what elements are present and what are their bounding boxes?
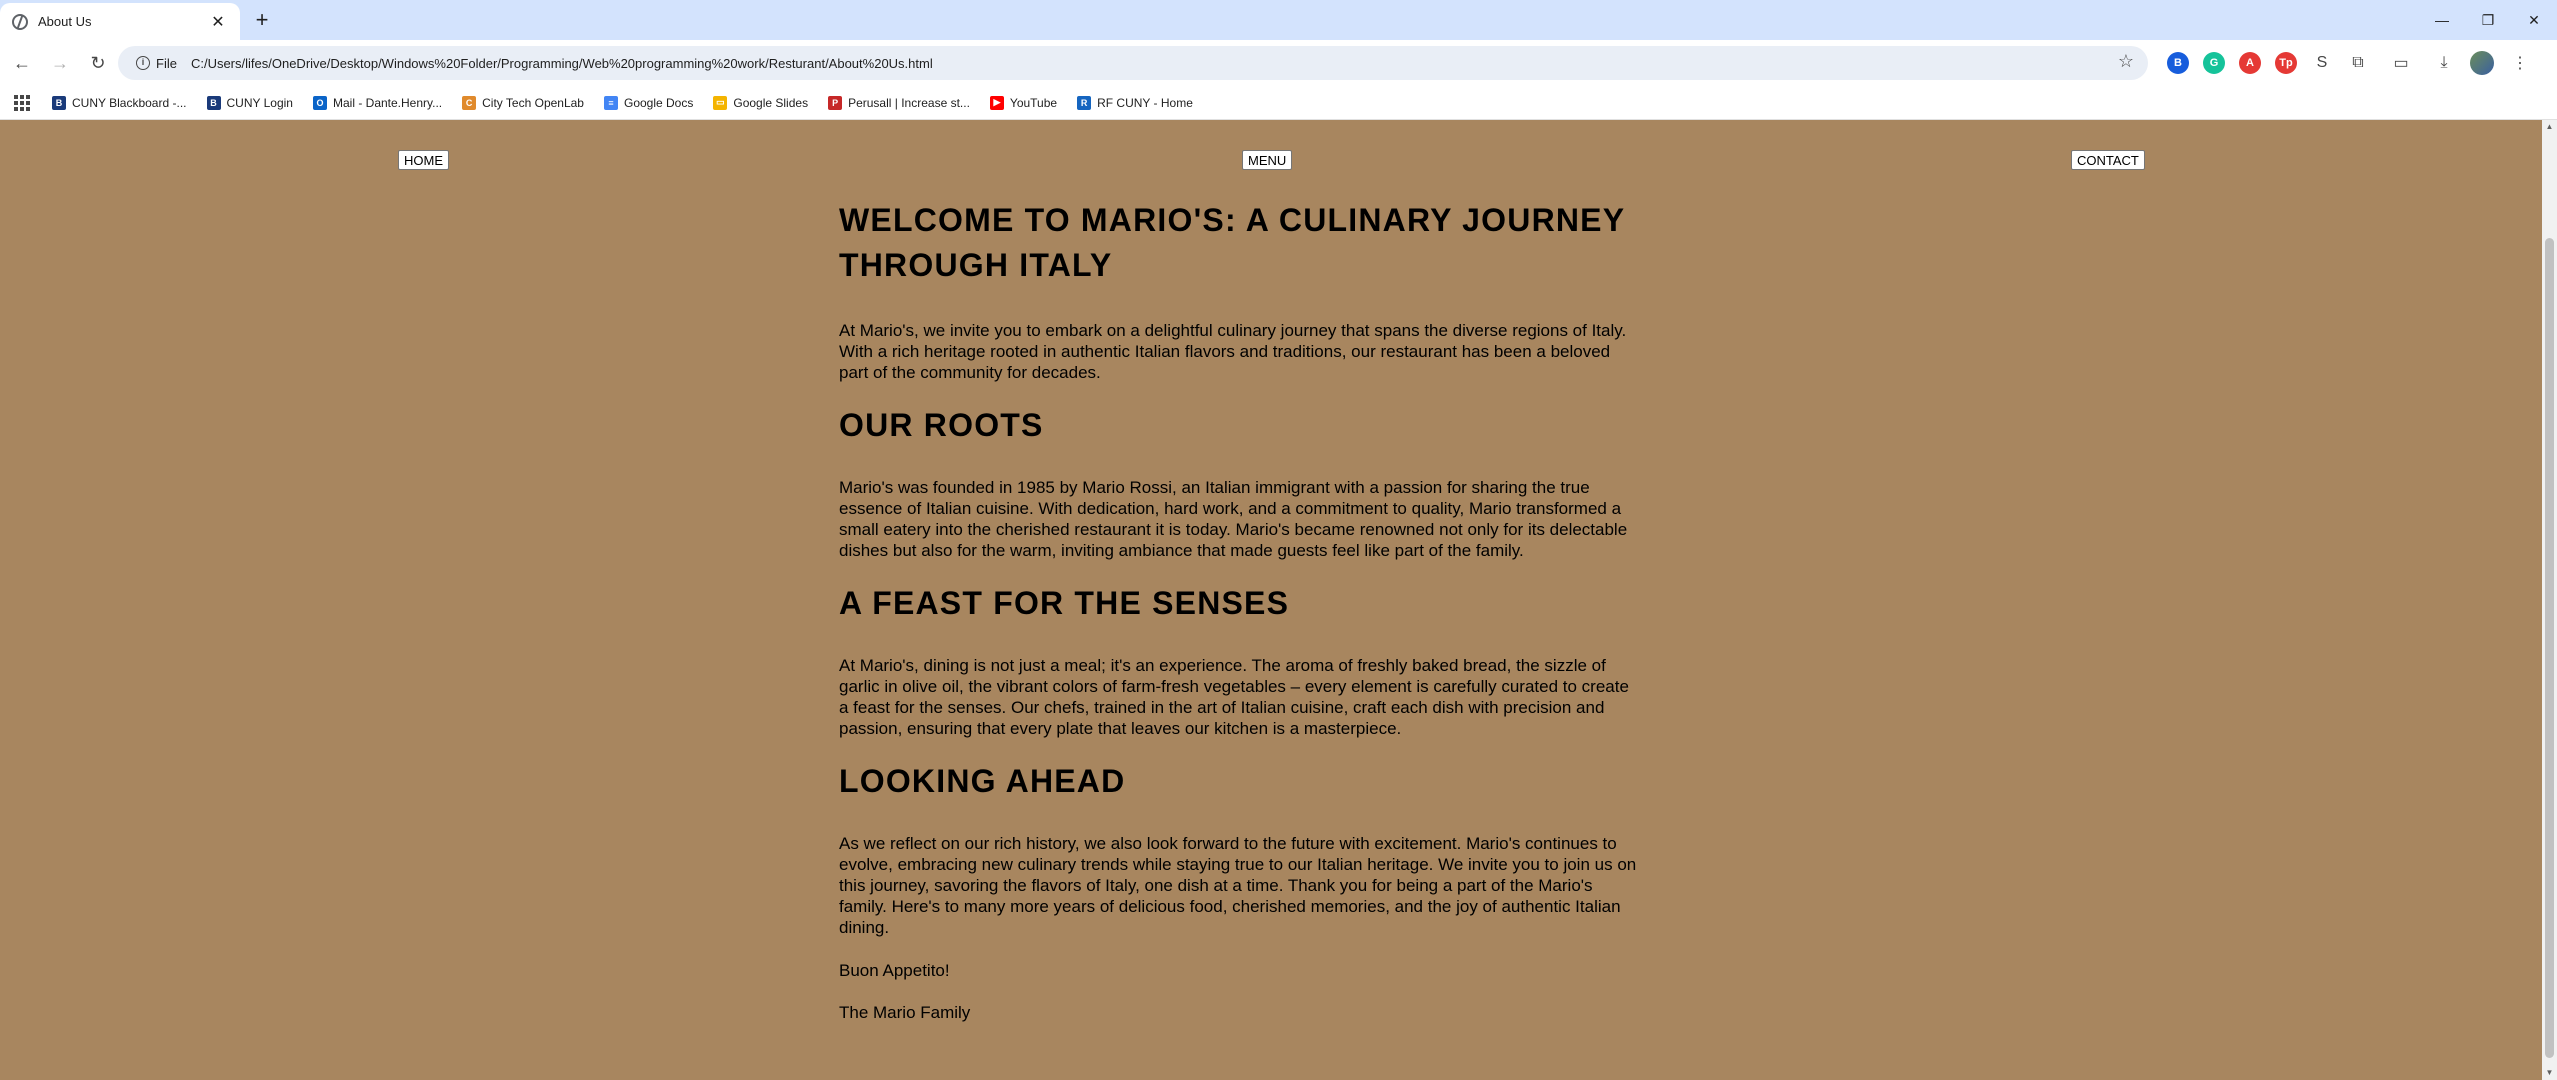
tab-search-icon[interactable]: ▭ — [2390, 52, 2412, 74]
youtube-icon: ▶ — [989, 95, 1004, 110]
address-bar[interactable]: i File C:/Users/lifes/OneDrive/Desktop/W… — [118, 46, 2148, 80]
bookmark-item[interactable]: ▭ Google Slides — [713, 95, 809, 110]
openlab-icon: C — [462, 95, 477, 110]
signature-text: The Mario Family — [839, 1003, 971, 1022]
perusall-icon: P — [828, 95, 843, 110]
close-window-button[interactable]: ✕ — [2511, 0, 2557, 40]
tp-icon[interactable]: Tp — [2275, 52, 2297, 74]
bookmark-item[interactable]: ≡ Google Docs — [603, 95, 694, 110]
scrollbar-thumb[interactable] — [2545, 238, 2554, 1058]
forward-arrow-icon[interactable]: → — [44, 47, 76, 79]
grammarly-icon[interactable]: G — [2203, 52, 2225, 74]
about-article: WELCOME TO MARIO'S: A CULINARY JOURNEY T… — [839, 198, 1639, 1044]
section-heading-roots: OUR ROOTS — [839, 407, 1044, 443]
menu-button[interactable]: MENU — [1242, 150, 1293, 170]
minimize-button[interactable]: — — [2419, 0, 2465, 40]
adblock-icon[interactable]: A — [2239, 52, 2261, 74]
section-heading-feast: A FEAST FOR THE SENSES — [839, 585, 1290, 621]
info-icon: i — [136, 56, 150, 70]
cuny-icon: B — [206, 95, 221, 110]
back-arrow-icon[interactable]: ← — [6, 47, 38, 79]
contact-button[interactable]: CONTACT — [2071, 150, 2145, 170]
closing-text: Buon Appetito! — [839, 961, 950, 980]
bookmark-item[interactable]: P Perusall | Increase st... — [828, 95, 970, 110]
page-viewport: HOME MENU CONTACT WELCOME TO MARIO'S: A … — [0, 120, 2542, 1080]
bookmark-label: Perusall | Increase st... — [848, 95, 970, 110]
outlook-icon: O — [312, 95, 327, 110]
rfcuny-icon: R — [1077, 95, 1092, 110]
bookmark-item[interactable]: O Mail - Dante.Henry... — [312, 95, 443, 110]
slides-icon: ▭ — [713, 95, 728, 110]
bookmark-item[interactable]: ▶ YouTube — [989, 95, 1058, 110]
section-heading-ahead: LOOKING AHEAD — [839, 763, 1126, 799]
window-controls: — ❐ ✕ — [2419, 0, 2557, 40]
bookmark-item[interactable]: B CUNY Login — [206, 95, 293, 110]
puzzle-icon[interactable]: ⧉ — [2347, 52, 2369, 74]
scroll-up-icon[interactable]: ▲ — [2542, 120, 2557, 134]
bookmark-label: YouTube — [1009, 95, 1058, 110]
url-text[interactable]: C:/Users/lifes/OneDrive/Desktop/Windows%… — [191, 56, 933, 71]
tab-about-us[interactable]: About Us ✕ — [0, 3, 240, 40]
new-tab-button[interactable]: + — [248, 6, 276, 34]
page-title: WELCOME TO MARIO'S: A CULINARY JOURNEY T… — [839, 202, 1625, 283]
bookmark-item[interactable]: B CUNY Blackboard -... — [52, 95, 187, 110]
bookmark-item[interactable]: C City Tech OpenLab — [462, 95, 584, 110]
section-body-ahead: As we reflect on our rich history, we al… — [839, 834, 1637, 937]
download-icon[interactable]: ⤓ — [2433, 52, 2455, 74]
bookmarks-bar: B CUNY Blackboard -... B CUNY Login O Mail - … — [0, 86, 2557, 120]
reload-icon[interactable]: ↻ — [82, 47, 114, 79]
bookmark-star-icon[interactable]: ☆ — [2118, 51, 2134, 72]
vertical-scrollbar[interactable]: ▲ ▼ — [2542, 120, 2557, 1080]
restore-button[interactable]: ❐ — [2465, 0, 2511, 40]
browser-toolbar: ← → ↻ i File C:/Users/lifes/OneDrive/Des… — [0, 40, 2557, 86]
bookmark-label: Google Slides — [733, 95, 809, 110]
scroll-down-icon[interactable]: ▼ — [2542, 1066, 2557, 1080]
apps-grid-icon[interactable] — [14, 94, 30, 111]
avatar[interactable] — [2470, 51, 2494, 75]
cuny-icon: B — [52, 95, 66, 110]
bookmark-label: RF CUNY - Home — [1097, 95, 1193, 110]
docs-icon: ≡ — [603, 95, 618, 110]
bookmark-label: CUNY Login — [226, 95, 293, 110]
bookmark-item[interactable]: R RF CUNY - Home — [1077, 95, 1193, 110]
tab-title: About Us — [38, 14, 92, 29]
more-menu-icon[interactable]: ⋮ — [2509, 52, 2531, 74]
tab-strip: About Us ✕ + — ❐ ✕ — [0, 0, 2557, 40]
section-body-roots: Mario's was founded in 1985 by Mario Ros… — [839, 478, 1628, 560]
extensions-area: B G A Tp S ⧉ ▭ ⤓ ⋮ — [2160, 48, 2538, 78]
section-body-feast: At Mario's, dining is not just a meal; i… — [839, 656, 1629, 738]
intro-paragraph: At Mario's, we invite you to embark on a… — [839, 321, 1627, 382]
close-tab-icon[interactable]: ✕ — [208, 12, 228, 32]
home-button[interactable]: HOME — [398, 150, 449, 170]
site-info-chip[interactable]: i File — [128, 51, 185, 75]
bookmark-label: City Tech OpenLab — [482, 95, 584, 110]
bookmark-label: CUNY Blackboard -... — [72, 95, 187, 110]
bookmark-label: Google Docs — [623, 95, 694, 110]
bookmark-label: Mail - Dante.Henry... — [332, 95, 443, 110]
globe-icon — [12, 13, 28, 30]
site-chip-label: File — [156, 55, 177, 71]
script-icon[interactable]: S — [2311, 52, 2333, 74]
bitwarden-icon[interactable]: B — [2167, 52, 2189, 74]
